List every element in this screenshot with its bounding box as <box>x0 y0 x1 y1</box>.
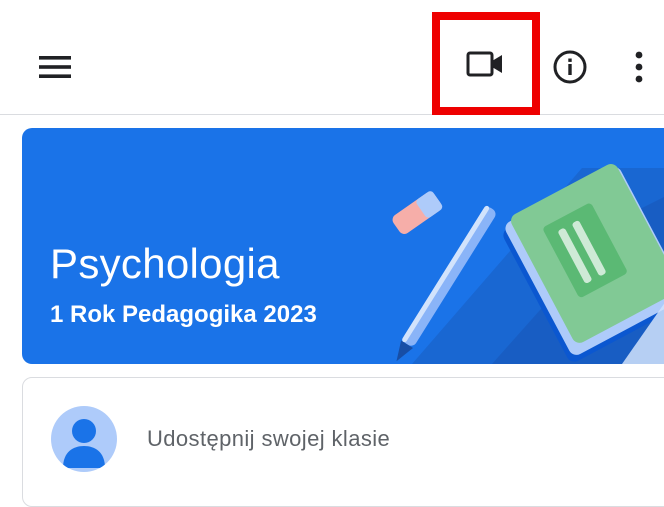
user-avatar <box>51 406 117 472</box>
share-prompt: Udostępnij swojej klasie <box>147 426 391 451</box>
default-avatar-icon <box>63 419 105 468</box>
menu-button[interactable] <box>30 44 82 90</box>
share-with-class-card[interactable]: Udostępnij swojej klasie <box>22 377 664 507</box>
class-title: Psychologia <box>50 240 280 287</box>
more-options-button[interactable] <box>614 44 664 90</box>
class-section: 1 Rok Pedagogika 2023 <box>50 301 317 328</box>
class-banner[interactable]: Psychologia 1 Rok Pedagogika 2023 <box>22 128 664 364</box>
videocam-outline-icon <box>466 51 502 76</box>
hamburger-menu-icon <box>39 56 71 78</box>
class-info-button[interactable] <box>544 44 596 90</box>
info-outline-icon <box>553 50 587 84</box>
app-bar <box>0 0 664 115</box>
more-vert-icon <box>635 51 643 83</box>
video-meet-button[interactable] <box>432 12 540 115</box>
